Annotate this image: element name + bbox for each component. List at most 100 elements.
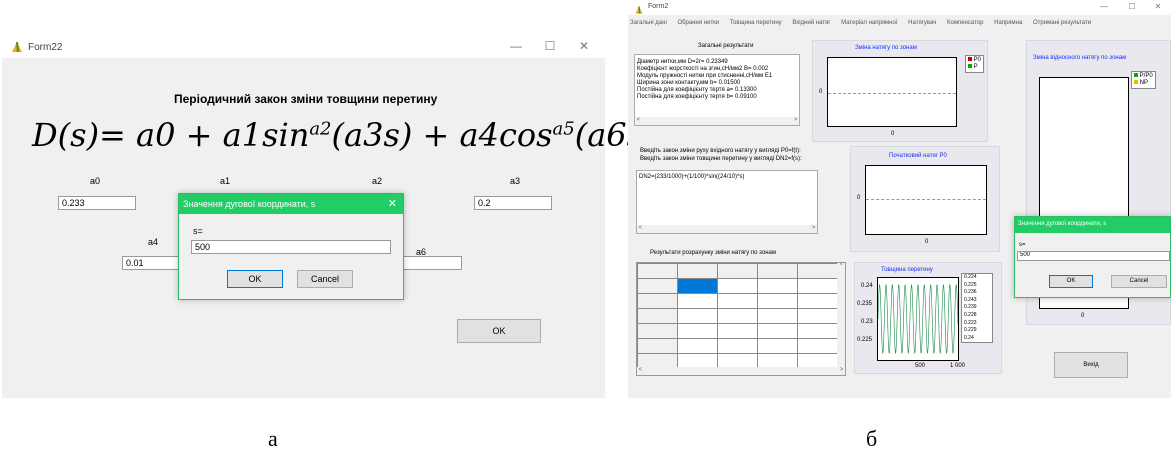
grid-cell[interactable] bbox=[637, 263, 678, 279]
menu-item-thread[interactable]: Обрання нитки bbox=[677, 20, 719, 26]
minimize-button[interactable]: — bbox=[508, 39, 524, 53]
title-bar-b: Form2 — ☐ ✕ bbox=[628, 0, 1171, 15]
menu-item-results[interactable]: Отримані результати bbox=[1033, 20, 1091, 26]
legend-item: 0.229 bbox=[964, 327, 977, 334]
results-line: Ширина зони контакту,мм b= 0.01500 bbox=[637, 80, 741, 86]
grid-cell[interactable] bbox=[797, 338, 838, 354]
coordinate-dialog: Значення дугової координати, s ✕ s= 500 … bbox=[178, 193, 404, 300]
menu-item-guide[interactable]: Напрямна bbox=[994, 20, 1022, 26]
horizontal-scrollbar[interactable]: < > bbox=[637, 367, 845, 375]
grid-cell[interactable] bbox=[677, 293, 718, 309]
grid-cell[interactable] bbox=[677, 263, 718, 279]
grid-cell[interactable] bbox=[797, 263, 838, 279]
maximize-button[interactable]: ☐ bbox=[542, 39, 558, 53]
results-grid[interactable]: ^ < > bbox=[636, 262, 846, 376]
menu-bar: Загальні дані Обрання нитки Товщина пере… bbox=[630, 20, 1100, 26]
legend-item: 0.24 bbox=[964, 334, 974, 341]
chart-title: Початковий натяг P0 bbox=[889, 153, 947, 159]
x-tick: 1 000 bbox=[950, 363, 966, 369]
menu-item-compensator[interactable]: Компенсатор bbox=[947, 20, 983, 26]
grid-cell[interactable] bbox=[637, 293, 678, 309]
page-heading: Періодичний закон зміни товщини перетину bbox=[174, 92, 438, 106]
input-a0[interactable]: 0.233 bbox=[58, 196, 136, 210]
grid-cell[interactable] bbox=[797, 308, 838, 324]
chart-title: Зміна відносного натягу по зонам bbox=[1033, 55, 1127, 61]
input-a4[interactable]: 0.01 bbox=[122, 256, 184, 270]
close-button-b[interactable]: ✕ bbox=[1152, 2, 1164, 11]
input-a6[interactable] bbox=[400, 256, 462, 270]
grid-cell[interactable] bbox=[717, 308, 758, 324]
grid-cell[interactable] bbox=[757, 278, 798, 294]
dialog-ok-button[interactable]: OK bbox=[1049, 275, 1093, 288]
grid-cell[interactable] bbox=[677, 308, 718, 324]
menu-item-general[interactable]: Загальні дані bbox=[630, 20, 667, 26]
s-input[interactable]: 500 bbox=[1017, 251, 1170, 261]
law-memo[interactable]: DN2=(233/1000)+(1/100)*sin((24/10)*s) < > bbox=[636, 170, 818, 234]
grid-cell[interactable] bbox=[717, 263, 758, 279]
grid-cell[interactable] bbox=[637, 308, 678, 324]
maximize-button-b[interactable]: ☐ bbox=[1126, 2, 1138, 11]
s-input[interactable]: 500 bbox=[191, 240, 391, 254]
dialog-cancel-button[interactable]: Cancel bbox=[297, 270, 353, 288]
grid-cell[interactable] bbox=[637, 323, 678, 339]
close-button[interactable]: ✕ bbox=[576, 39, 592, 53]
menu-item-tensioner[interactable]: Натягувач bbox=[908, 20, 936, 26]
y-tick: 0.23 bbox=[861, 319, 873, 325]
ok-button[interactable]: OK bbox=[457, 319, 541, 343]
label-a0: a0 bbox=[90, 176, 101, 186]
grid-cell[interactable] bbox=[677, 338, 718, 354]
legend-item: 0.236 bbox=[964, 289, 977, 296]
plot-area bbox=[877, 277, 959, 361]
menu-item-input-tension[interactable]: Вхідний натяг bbox=[792, 20, 830, 26]
label-a2: a2 bbox=[372, 176, 383, 186]
grid-cell[interactable] bbox=[677, 323, 718, 339]
grid-cell[interactable] bbox=[717, 338, 758, 354]
grid-cell[interactable] bbox=[757, 263, 798, 279]
results-line: Постійна для коефіцієнту тертя a= 0.1330… bbox=[637, 87, 757, 93]
grid-cell[interactable] bbox=[637, 338, 678, 354]
results-line: Постійна для коефіцієнту тертя b= 0.0910… bbox=[637, 94, 757, 100]
results-line: Діаметр нитки,мм D=2r= 0.23349 bbox=[637, 59, 728, 65]
caption-a: а bbox=[268, 426, 278, 451]
menu-item-guide-material[interactable]: Матеріал напрямної bbox=[841, 20, 897, 26]
x-zero-label: 0 bbox=[891, 131, 895, 137]
dialog-close-icon[interactable]: ✕ bbox=[388, 197, 397, 210]
grid-cell[interactable] bbox=[717, 293, 758, 309]
legend-item: 0.239 bbox=[964, 304, 977, 311]
grid-cell[interactable] bbox=[757, 323, 798, 339]
grid-cell[interactable] bbox=[797, 278, 838, 294]
grid-cell[interactable] bbox=[717, 278, 758, 294]
zero-line bbox=[828, 93, 956, 94]
results-line: Модуль пружності нитки при стисненні,сН/… bbox=[637, 73, 773, 79]
label-a3: a3 bbox=[510, 176, 521, 186]
chart-tension-by-zone: Зміна натягу по зонам 0 0 P0 P bbox=[812, 40, 988, 142]
grid-cell[interactable] bbox=[757, 338, 798, 354]
exit-button[interactable]: Вихід bbox=[1054, 352, 1128, 378]
window-title-b: Form2 bbox=[648, 3, 669, 10]
chart-thickness: Товщина перетину 0.24 0.235 0.23 0.225 5… bbox=[854, 262, 1002, 374]
scrollbar[interactable]: < > bbox=[637, 225, 817, 233]
dialog-cancel-button[interactable]: Cancel bbox=[1111, 275, 1167, 288]
label-a1: a1 bbox=[220, 176, 231, 186]
legend-item: 0.228 bbox=[964, 311, 977, 318]
input-a3[interactable]: 0.2 bbox=[474, 196, 552, 210]
grid-cell[interactable] bbox=[637, 278, 678, 294]
grid-cell[interactable] bbox=[717, 323, 758, 339]
coordinate-dialog-b: Значення дугової координати, s s= 500 OK… bbox=[1014, 216, 1171, 298]
horizontal-scrollbar[interactable]: < > bbox=[635, 117, 799, 125]
grid-cell[interactable] bbox=[677, 278, 718, 294]
grid-cell[interactable] bbox=[797, 323, 838, 339]
caption-b: б bbox=[866, 426, 878, 451]
grid-cell[interactable] bbox=[757, 293, 798, 309]
vertical-scrollbar[interactable]: ^ bbox=[837, 263, 845, 367]
results-memo[interactable]: Діаметр нитки,мм D=2r= 0.23349 Коефіцієн… bbox=[634, 54, 800, 126]
minimize-button-b[interactable]: — bbox=[1098, 2, 1110, 11]
menu-item-thickness[interactable]: Товщина перетину bbox=[730, 20, 782, 26]
dialog-ok-button[interactable]: OK bbox=[227, 270, 283, 288]
legend-item: NP bbox=[1134, 80, 1153, 87]
grid-cell[interactable] bbox=[797, 293, 838, 309]
formula-sup-1: a2 bbox=[309, 118, 332, 140]
dialog-prompt: s= bbox=[1019, 242, 1026, 248]
grid-cell[interactable] bbox=[757, 308, 798, 324]
y-tick: 0.225 bbox=[857, 337, 873, 343]
